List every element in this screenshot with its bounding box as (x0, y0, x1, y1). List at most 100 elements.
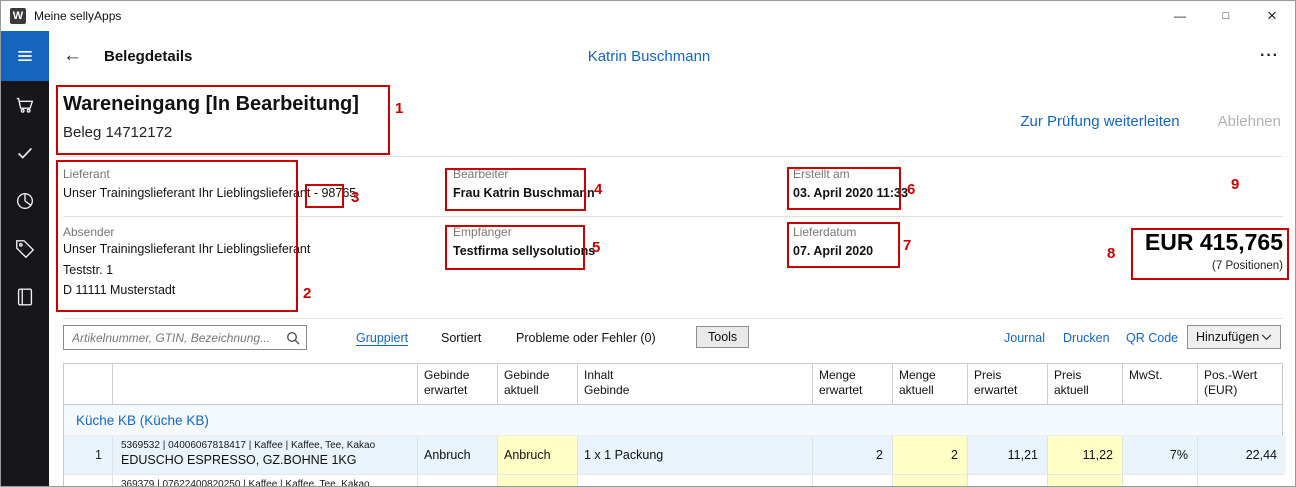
tab-sortiert[interactable]: Sortiert (441, 331, 481, 345)
sidebar-item-tags[interactable] (1, 225, 49, 273)
pos-wert-cell: 22,44 (1197, 436, 1286, 474)
gebinde-aktuell-cell[interactable]: Original (497, 475, 577, 486)
reject-button[interactable]: Ablehnen (1218, 113, 1281, 130)
document-number: Beleg 14712172 (63, 124, 359, 141)
app-logo-icon: W (10, 8, 26, 24)
bearbeiter-field: Bearbeiter Frau Katrin Buschmann (453, 167, 595, 200)
mwst-cell: 7% (1122, 475, 1197, 486)
tag-icon (14, 238, 36, 260)
erstellt-am-value: 03. April 2020 11:33 (793, 186, 908, 200)
more-options-button[interactable]: ··· (1260, 47, 1279, 65)
table-header-cell[interactable]: Preis aktuell (1047, 364, 1122, 404)
absender-label: Absender (63, 225, 310, 239)
window-titlebar: W Meine sellyApps — □ × (1, 1, 1295, 31)
position-number-cell: 2 (64, 475, 112, 486)
divider (63, 318, 1283, 319)
qr-code-link[interactable]: QR Code (1126, 331, 1178, 345)
table-row[interactable]: 2 369379 | 07622400820250 | Kaffee | Kaf… (64, 475, 1282, 486)
table-header-cell[interactable]: Inhalt Gebinde (577, 364, 812, 404)
document-actions: Zur Prüfung weiterleiten Ablehnen (1020, 113, 1281, 130)
total-positions: (7 Positionen) (1145, 260, 1283, 272)
table-header-cell[interactable]: Preis erwartet (967, 364, 1047, 404)
pos-wert-cell: 80,55 (1197, 475, 1286, 486)
app-title: Meine sellyApps (34, 9, 121, 23)
lieferdatum-value: 07. April 2020 (793, 244, 873, 258)
hinzufuegen-button[interactable]: Hinzufügen (1187, 325, 1281, 349)
lieferant-label: Lieferant (63, 167, 356, 181)
inhalt-gebinde-cell: 1 x 1 Packung (577, 436, 812, 474)
total-amount: EUR 415,765 (1145, 229, 1283, 256)
absender-line-2: Teststr. 1 (63, 260, 310, 281)
empfaenger-value: Testfirma sellysolutions (453, 244, 595, 258)
positions-table: Gebinde erwartet Gebinde aktuell Inhalt … (63, 363, 1283, 486)
table-header-cell (64, 364, 112, 404)
table-header-cell[interactable]: Pos.-Wert (EUR) (1197, 364, 1286, 404)
drucken-link[interactable]: Drucken (1063, 331, 1110, 345)
cart-icon (14, 94, 36, 116)
gebinde-erwartet-cell: Original (417, 475, 497, 486)
empfaenger-label: Empfänger (453, 225, 595, 239)
header-user-name[interactable]: Katrin Buschmann (588, 48, 711, 65)
main-content: Wareneingang [In Bearbeitung] Beleg 1471… (49, 81, 1295, 486)
menge-aktuell-cell[interactable]: 2 (892, 436, 967, 474)
table-header-cell[interactable]: Menge aktuell (892, 364, 967, 404)
mwst-cell: 7% (1122, 436, 1197, 474)
table-row[interactable]: 1 5369532 | 04006067818417 | Kaffee | Ka… (64, 436, 1282, 475)
journal-link[interactable]: Journal (1004, 331, 1045, 345)
inhalt-gebinde-cell: 1 x 9 Packungen (577, 475, 812, 486)
divider (63, 216, 1283, 217)
menu-icon (15, 46, 35, 66)
hinzufuegen-label: Hinzufügen (1196, 330, 1259, 344)
document-header: Wareneingang [In Bearbeitung] Beleg 1471… (63, 93, 359, 141)
back-button[interactable]: ← (63, 45, 82, 67)
search-input[interactable] (64, 326, 306, 349)
tab-probleme[interactable]: Probleme oder Fehler (0) (516, 331, 656, 345)
hamburger-menu-button[interactable] (1, 31, 49, 81)
sidebar-item-statistics[interactable] (1, 177, 49, 225)
sidebar-item-tasks[interactable] (1, 129, 49, 177)
tools-button[interactable]: Tools (696, 326, 749, 348)
total-block: EUR 415,765 (7 Positionen) (1145, 229, 1283, 272)
book-icon (14, 286, 36, 308)
search-icon[interactable] (285, 330, 301, 346)
article-meta: 369379 | 07622400820250 | Kaffee | Kaffe… (121, 479, 409, 486)
sidebar-item-journal[interactable] (1, 273, 49, 321)
close-button[interactable]: × (1249, 1, 1295, 31)
sidebar (1, 31, 49, 486)
gebinde-erwartet-cell: Anbruch (417, 436, 497, 474)
menge-erwartet-cell: 1 (812, 475, 892, 486)
absender-line-3: D 11111 Musterstadt (63, 280, 310, 301)
gebinde-aktuell-cell[interactable]: Anbruch (497, 436, 577, 474)
divider (63, 156, 1283, 157)
table-header-cell[interactable]: MwSt. (1122, 364, 1197, 404)
preis-erwartet-cell: 11,21 (967, 436, 1047, 474)
article-name: EDUSCHO ESPRESSO, GZ.BOHNE 1KG (121, 453, 409, 467)
table-header-cell[interactable]: Gebinde erwartet (417, 364, 497, 404)
pie-chart-icon (14, 190, 36, 212)
minimize-button[interactable]: — (1157, 1, 1203, 31)
article-meta: 5369532 | 04006067818417 | Kaffee | Kaff… (121, 440, 409, 451)
article-cell: 369379 | 07622400820250 | Kaffee | Kaffe… (112, 475, 417, 486)
preis-erwartet-cell: 80,55 (967, 475, 1047, 486)
table-header-cell[interactable]: Menge erwartet (812, 364, 892, 404)
group-row[interactable]: Küche KB (Küche KB) (64, 405, 1282, 436)
search-box (63, 325, 307, 350)
absender-field: Absender Unser Trainingslieferant Ihr Li… (63, 225, 310, 301)
preis-aktuell-cell[interactable]: 11,22 (1047, 436, 1122, 474)
forward-for-review-button[interactable]: Zur Prüfung weiterleiten (1020, 113, 1179, 130)
sidebar-item-cart[interactable] (1, 81, 49, 129)
bearbeiter-value: Frau Katrin Buschmann (453, 186, 595, 200)
preis-aktuell-cell[interactable]: 80,55 (1047, 475, 1122, 486)
chevron-down-icon (1261, 334, 1272, 341)
maximize-button[interactable]: □ (1203, 1, 1249, 31)
window-controls: — □ × (1157, 1, 1295, 31)
menge-aktuell-cell[interactable]: 1 (892, 475, 967, 486)
erstellt-am-label: Erstellt am (793, 167, 908, 181)
tab-gruppiert[interactable]: Gruppiert (356, 331, 408, 345)
bearbeiter-label: Bearbeiter (453, 167, 595, 181)
absender-line-1: Unser Trainingslieferant Ihr Lieblingsli… (63, 239, 310, 260)
lieferdatum-field: Lieferdatum 07. April 2020 (793, 225, 873, 258)
document-title: Wareneingang [In Bearbeitung] (63, 93, 359, 116)
lieferant-field: Lieferant Unser Trainingslieferant Ihr L… (63, 167, 356, 200)
table-header-cell[interactable]: Gebinde aktuell (497, 364, 577, 404)
